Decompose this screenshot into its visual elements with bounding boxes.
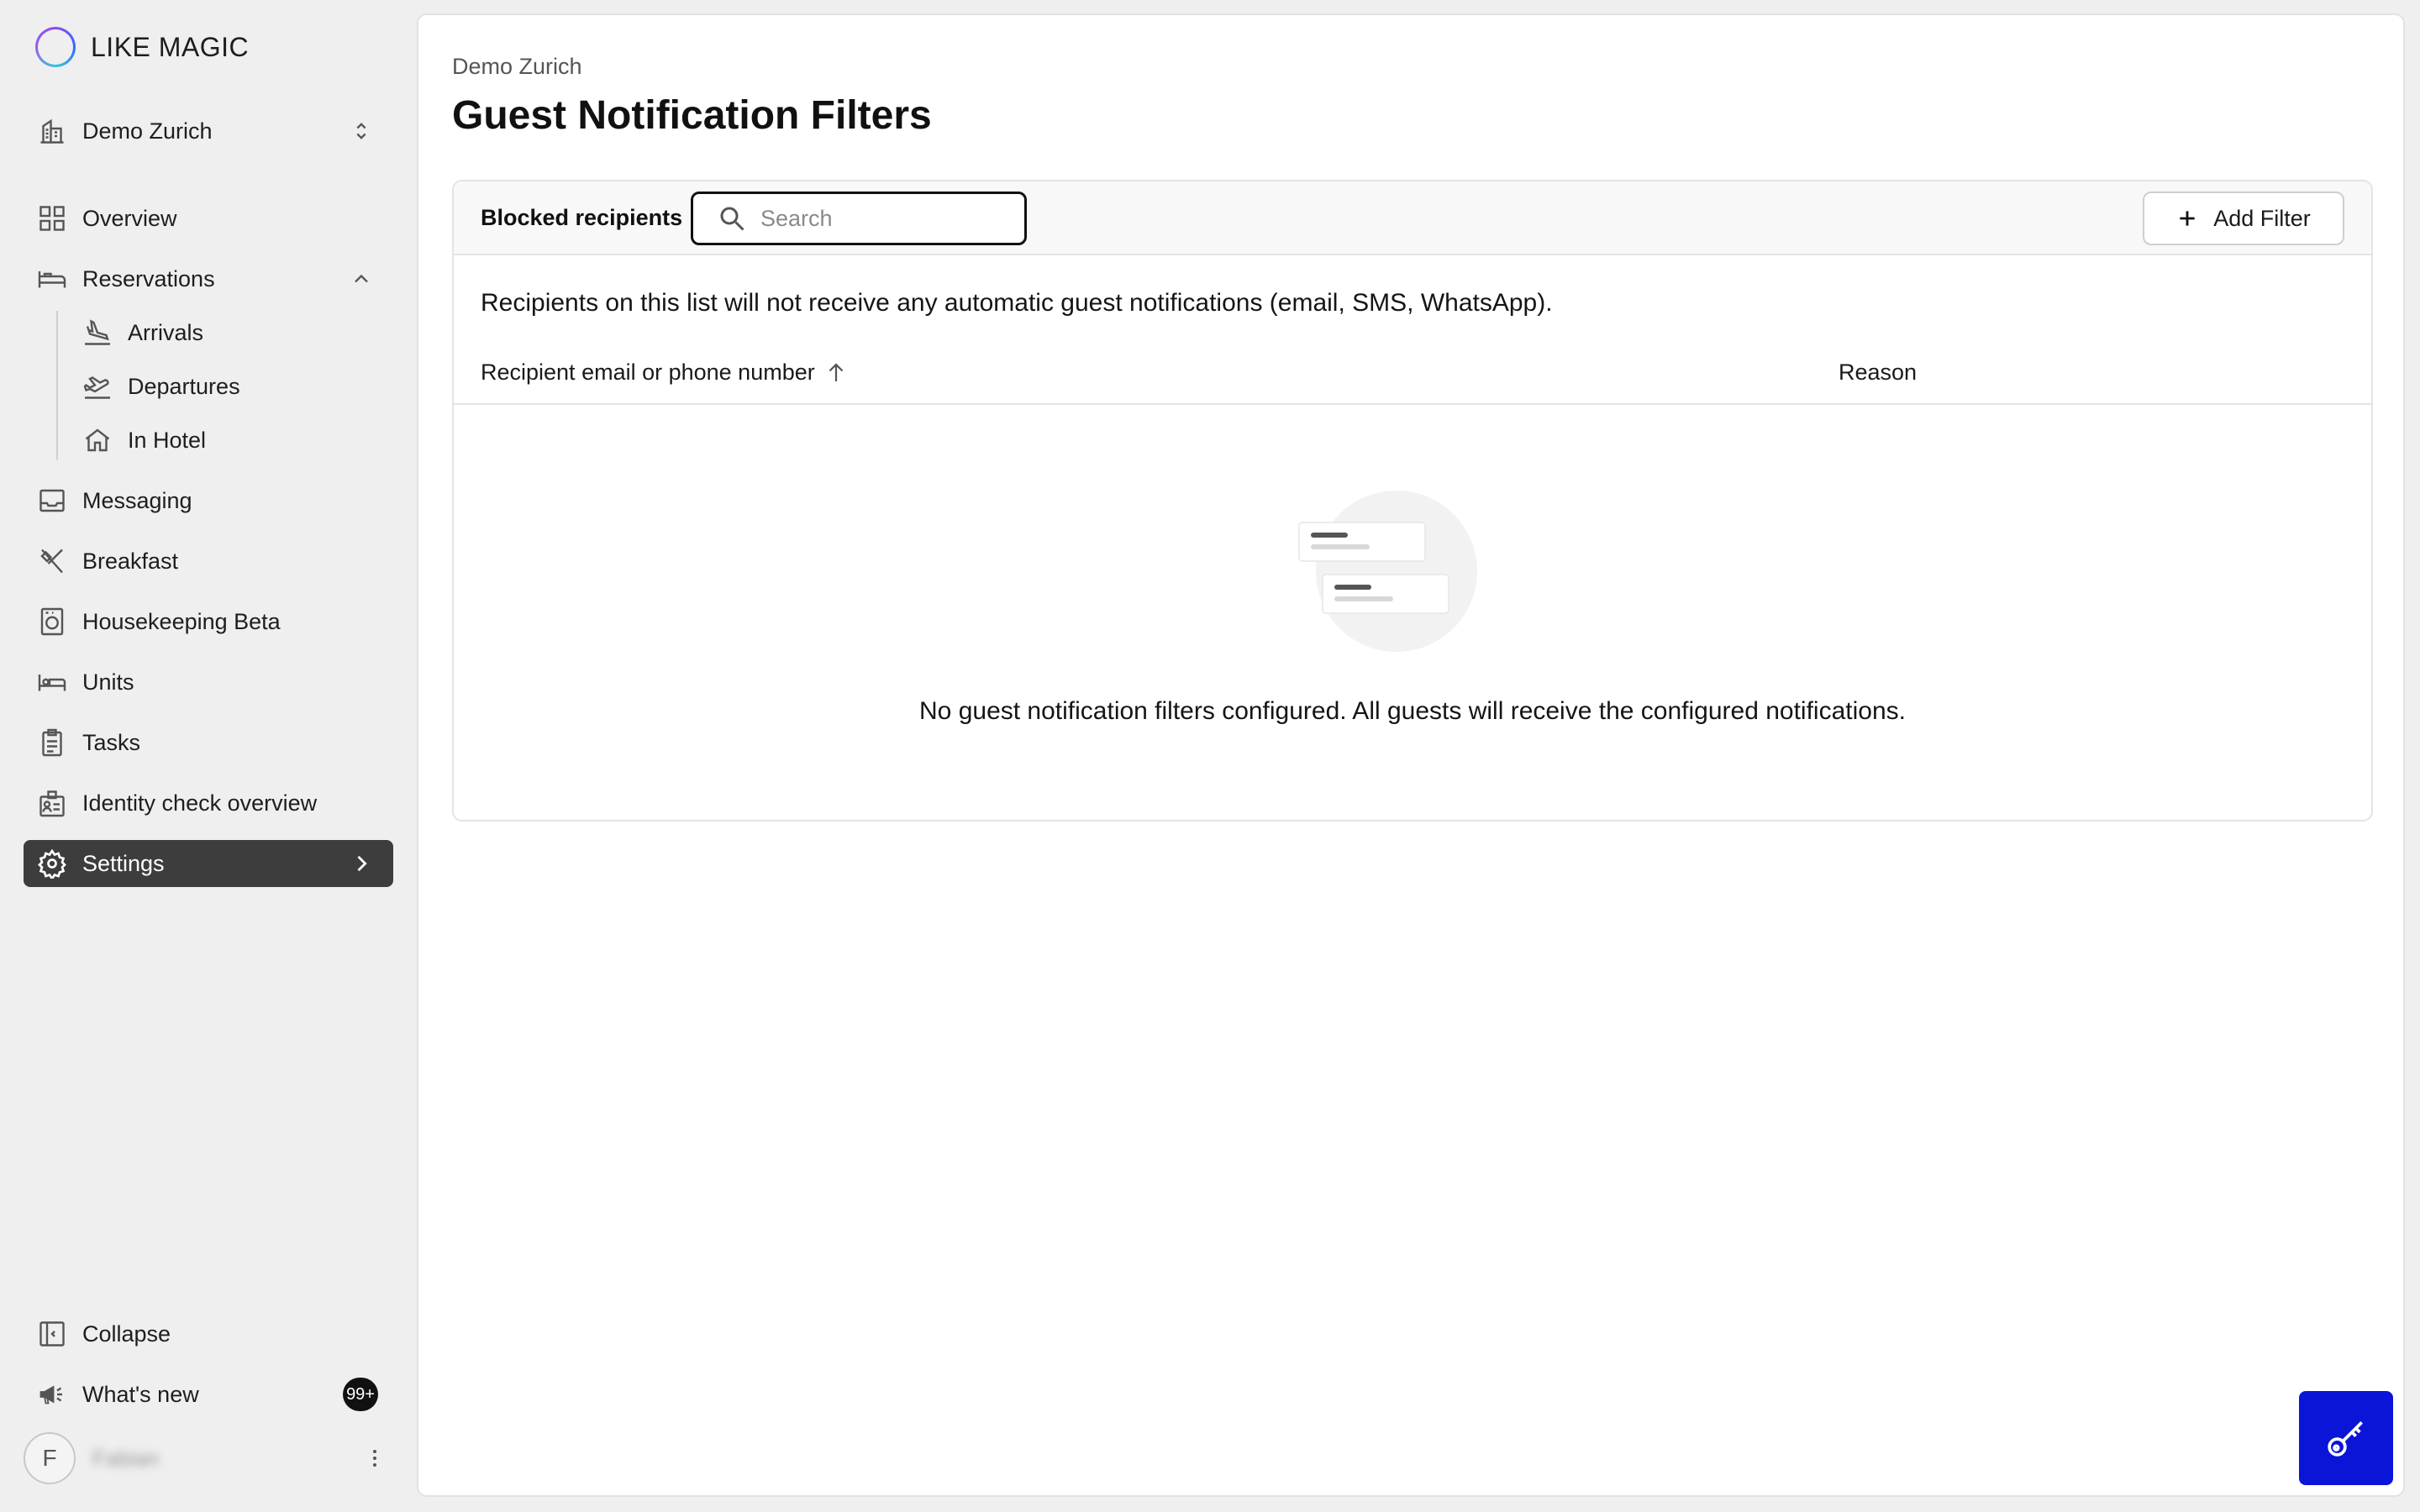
sidebar-item-identity-check[interactable]: Identity check overview — [24, 780, 393, 827]
sidebar-item-in-hotel[interactable]: In Hotel — [69, 417, 393, 464]
property-switcher[interactable]: Demo Zurich — [24, 108, 393, 155]
avatar[interactable]: F — [24, 1432, 76, 1484]
empty-state-illustration — [1298, 491, 1477, 652]
collapse-label: Collapse — [82, 1320, 171, 1347]
notification-badge: 99+ — [343, 1378, 378, 1411]
collapse-button[interactable]: Collapse — [24, 1310, 393, 1357]
logo: LIKE MAGIC — [35, 25, 249, 69]
app-root: LIKE MAGIC Demo Zurich Overview Reservat… — [0, 0, 2420, 1512]
plane-takeoff-icon — [81, 370, 114, 403]
grid-icon — [35, 202, 69, 235]
plus-icon — [2180, 211, 2195, 226]
column-divider — [454, 403, 2371, 405]
search-input[interactable] — [760, 205, 1004, 232]
sidebar-item-label: Overview — [82, 205, 177, 231]
more-vertical-icon[interactable] — [365, 1441, 385, 1475]
building-icon — [35, 114, 69, 148]
sidebar-item-housekeeping[interactable]: Housekeeping Beta — [24, 598, 393, 645]
sidebar-collapse-icon — [35, 1317, 69, 1351]
gear-icon — [35, 847, 69, 880]
key-icon — [2328, 1421, 2363, 1457]
whats-new-button[interactable]: What's new 99+ — [24, 1371, 393, 1418]
add-filter-button[interactable]: Add Filter — [2143, 192, 2344, 245]
sidebar-item-settings[interactable]: Settings — [24, 840, 393, 887]
logo-text: LIKE MAGIC — [91, 31, 250, 62]
add-filter-label: Add Filter — [2213, 205, 2311, 231]
search-box[interactable] — [691, 192, 1027, 245]
search-icon — [720, 207, 744, 231]
sidebar-item-label: Breakfast — [82, 548, 179, 574]
bed-icon — [35, 262, 69, 296]
clipboard-icon — [35, 726, 69, 759]
property-name: Demo Zurich — [82, 118, 213, 144]
sort-arrow-up-icon — [829, 362, 844, 381]
page-title: Guest Notification Filters — [452, 93, 932, 138]
card-header-label: Blocked recipients — [481, 205, 683, 230]
sidebar-item-label: Reservations — [82, 265, 215, 291]
column-header-label: Recipient email or phone number — [481, 360, 815, 385]
sidebar-item-arrivals[interactable]: Arrivals — [69, 309, 393, 356]
key-fab-button[interactable] — [2299, 1391, 2393, 1485]
sidebar-item-label: Messaging — [82, 487, 192, 513]
submenu-line — [56, 311, 58, 460]
sidebar: LIKE MAGIC Demo Zurich Overview Reservat… — [0, 0, 417, 1512]
home-icon — [81, 423, 114, 457]
logo-ring-icon — [35, 27, 76, 67]
megaphone-icon — [35, 1378, 69, 1411]
utensils-icon — [35, 544, 69, 578]
sidebar-item-label: Housekeeping Beta — [82, 608, 281, 634]
sidebar-item-overview[interactable]: Overview — [24, 195, 393, 242]
sidebar-item-label: Arrivals — [128, 319, 204, 345]
sidebar-item-label: In Hotel — [128, 427, 207, 453]
sidebar-item-label: Settings — [82, 850, 165, 876]
sidebar-item-departures[interactable]: Departures — [69, 363, 393, 410]
chevron-up-down-icon — [348, 118, 375, 144]
main-panel: Demo Zurich Guest Notification Filters B… — [417, 13, 2405, 1497]
washing-machine-icon — [35, 605, 69, 638]
sidebar-item-label: Tasks — [82, 729, 141, 755]
sidebar-item-label: Units — [82, 669, 134, 695]
card-header: Blocked recipients Add Filter — [454, 181, 2371, 255]
inbox-icon — [35, 484, 69, 517]
whats-new-label: What's new — [82, 1381, 199, 1407]
empty-state-message: No guest notification filters configured… — [919, 697, 1906, 725]
breadcrumb[interactable]: Demo Zurich — [452, 54, 582, 80]
id-card-icon — [35, 786, 69, 820]
column-header-reason[interactable]: Reason — [1839, 360, 1917, 386]
sidebar-item-reservations[interactable]: Reservations — [24, 255, 393, 302]
sidebar-item-messaging[interactable]: Messaging — [24, 477, 393, 524]
user-name: Fabian — [92, 1445, 160, 1471]
sidebar-item-label: Departures — [128, 373, 240, 399]
bed-unit-icon — [35, 665, 69, 699]
blocked-recipients-card: Blocked recipients Add Filter Recipients… — [452, 180, 2373, 822]
sidebar-item-units[interactable]: Units — [24, 659, 393, 706]
sidebar-item-breakfast[interactable]: Breakfast — [24, 538, 393, 585]
plane-landing-icon — [81, 316, 114, 349]
chevron-right-icon — [348, 850, 375, 877]
chevron-up-icon[interactable] — [348, 265, 375, 292]
column-header-label: Reason — [1839, 360, 1918, 385]
sidebar-item-label: Identity check overview — [82, 790, 318, 816]
user-menu[interactable]: F Fabian — [24, 1431, 393, 1485]
column-header-recipient[interactable]: Recipient email or phone number — [481, 360, 849, 386]
sidebar-item-tasks[interactable]: Tasks — [24, 719, 393, 766]
card-description: Recipients on this list will not receive… — [481, 289, 1553, 317]
